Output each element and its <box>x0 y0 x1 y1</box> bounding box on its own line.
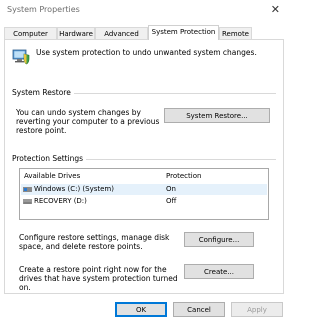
ok-button[interactable]: OK <box>115 302 167 317</box>
close-icon[interactable]: ✕ <box>271 3 280 16</box>
system-restore-button[interactable]: System Restore... <box>164 108 270 123</box>
apply-button[interactable]: Apply <box>231 302 283 317</box>
tab-panel <box>4 39 284 294</box>
system-drive-icon <box>23 187 32 192</box>
cancel-button[interactable]: Cancel <box>173 302 225 317</box>
drive-icon <box>23 199 32 204</box>
create-button[interactable]: Create... <box>184 264 254 279</box>
tab-computer-name[interactable]: Computer Name <box>4 27 57 50</box>
create-description: Create a restore point right now for the… <box>19 265 178 292</box>
tab-remote[interactable]: Remote <box>219 27 252 39</box>
drives-list[interactable]: Available Drives Protection Windows (C:)… <box>19 168 269 220</box>
drive-protection-status: On <box>166 185 176 193</box>
drive-row[interactable]: Windows (C:) (System) On <box>21 184 267 195</box>
window-title: System Properties <box>7 5 80 14</box>
tab-advanced[interactable]: Advanced <box>95 27 148 39</box>
configure-description: Configure restore settings, manage disk … <box>19 233 170 251</box>
tab-hardware[interactable]: Hardware <box>57 27 95 39</box>
drive-name: Windows (C:) (System) <box>34 185 114 193</box>
drive-protection-status: Off <box>166 197 177 205</box>
intro-text: Use system protection to undo unwanted s… <box>36 48 257 57</box>
drive-name: RECOVERY (D:) <box>34 197 87 205</box>
system-restore-heading: System Restore <box>12 88 74 97</box>
tab-system-protection[interactable]: System Protection <box>148 25 219 40</box>
tab-bar: Computer Name Hardware Advanced System P… <box>4 25 284 50</box>
protection-settings-heading: Protection Settings <box>12 154 87 163</box>
shield-computer-icon <box>12 49 30 65</box>
column-header-drives[interactable]: Available Drives <box>24 172 80 180</box>
column-header-protection[interactable]: Protection <box>166 172 201 180</box>
title-bar: System Properties ✕ <box>0 0 288 22</box>
system-restore-description: You can undo system changes by reverting… <box>16 108 160 135</box>
configure-button[interactable]: Configure... <box>184 232 254 247</box>
drive-row[interactable]: RECOVERY (D:) Off <box>21 196 267 207</box>
